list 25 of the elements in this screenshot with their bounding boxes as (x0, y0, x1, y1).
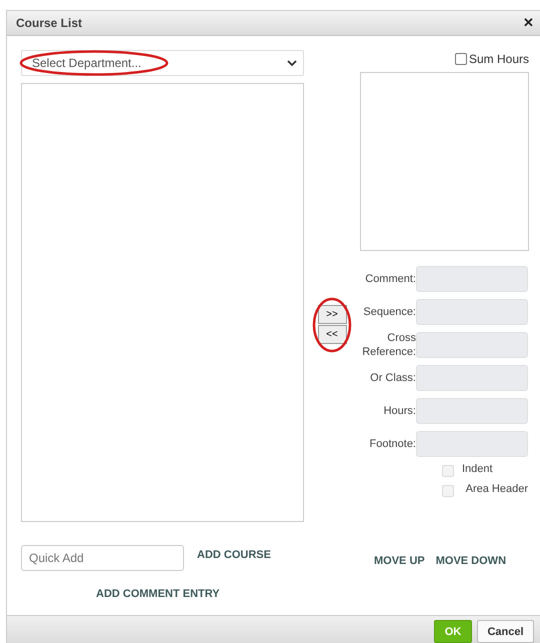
field-label: Hours: (382, 404, 416, 418)
selected-course-listbox[interactable] (360, 72, 529, 251)
quick-add-field[interactable]: Quick Add (21, 544, 184, 571)
checkbox[interactable] (454, 52, 467, 65)
field-label: Footnote: (368, 436, 416, 451)
department-select[interactable]: Select Department... (21, 50, 304, 76)
transfer-button[interactable]: >> (318, 304, 346, 324)
field-label: Sequence: (362, 304, 416, 319)
select-placeholder: Select Department... (32, 56, 142, 70)
chevron-down-icon (287, 60, 297, 66)
checkbox-label: Indent (462, 462, 494, 476)
field-label: Comment: (364, 272, 416, 286)
close-button[interactable]: ✕ (523, 15, 534, 30)
field-label: Cross Reference: (361, 330, 416, 359)
checkbox-label: Area Header (464, 482, 528, 496)
field-label: Or Class: (369, 370, 416, 385)
cancel-button[interactable]: Cancel (477, 620, 534, 643)
checkbox-label: Sum Hours (468, 52, 529, 66)
course-listbox[interactable] (21, 82, 304, 522)
window-title: Course List (16, 16, 82, 30)
add-course-link[interactable]: ADD COURSE (197, 548, 271, 561)
move-up-link[interactable]: MOVE UP (374, 554, 425, 616)
move-down-link[interactable]: MOVE DOWN (436, 554, 506, 616)
add-comment-link[interactable]: ADD COMMENT ENTRY (96, 588, 220, 600)
transfer-button[interactable]: << (318, 324, 346, 344)
